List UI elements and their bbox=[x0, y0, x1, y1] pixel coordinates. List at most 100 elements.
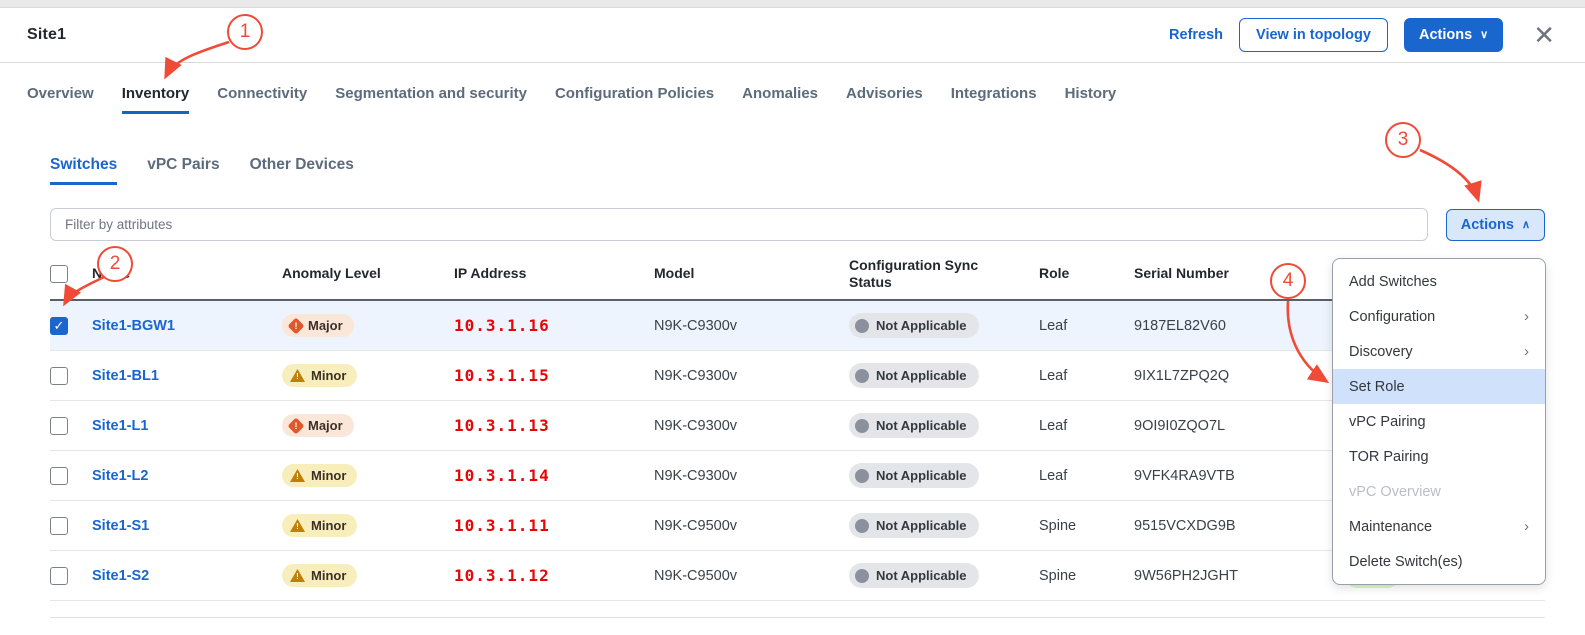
tab[interactable]: Configuration Policies bbox=[555, 85, 714, 114]
switch-name-link[interactable]: Site1-BL1 bbox=[92, 368, 282, 384]
tab[interactable]: Overview bbox=[27, 85, 94, 114]
background-page-strip bbox=[0, 0, 1585, 8]
header-actions-label: Actions bbox=[1419, 27, 1472, 43]
ip-address: 10.3.1.12 bbox=[454, 566, 654, 585]
header-actions-button[interactable]: Actions ∨ bbox=[1404, 18, 1503, 52]
model: N9K-C9500v bbox=[654, 568, 849, 584]
table-header-row: Name Anomaly Level IP Address Model Conf… bbox=[50, 249, 1545, 301]
anomaly-label: Minor bbox=[311, 518, 346, 533]
anomaly-label: Major bbox=[308, 418, 343, 433]
menu-item[interactable]: vPC Pairing bbox=[1333, 404, 1545, 439]
actions-dropdown-menu: Add Switches Configuration › Discovery ›… bbox=[1332, 258, 1546, 585]
serial-number: 9187EL82V60 bbox=[1134, 318, 1289, 334]
row-checkbox[interactable] bbox=[50, 467, 68, 485]
major-diamond-icon: ! bbox=[288, 317, 305, 334]
ip-address: 10.3.1.11 bbox=[454, 516, 654, 535]
status-dot-icon bbox=[855, 469, 869, 483]
switch-name-link[interactable]: Site1-BGW1 bbox=[92, 318, 282, 334]
menu-item[interactable]: Discovery › bbox=[1333, 334, 1545, 369]
table-row[interactable]: Site1-S2 ! ! Minor 10.3.1.12 N9K-C9500v bbox=[50, 551, 1545, 601]
menu-item-label: Set Role bbox=[1349, 379, 1405, 395]
anomaly-label: Minor bbox=[311, 568, 346, 583]
anomaly-label: Minor bbox=[311, 368, 346, 383]
table-row[interactable]: Site1-L2 ! ! Minor 10.3.1.14 N9K-C9300v bbox=[50, 451, 1545, 501]
table-bottom-divider bbox=[50, 617, 1545, 618]
config-sync-status-badge: Not Applicable bbox=[849, 563, 979, 588]
column-header-role: Role bbox=[1039, 265, 1134, 283]
model: N9K-C9300v bbox=[654, 318, 849, 334]
row-checkbox[interactable] bbox=[50, 517, 68, 535]
switch-name-link[interactable]: Site1-L2 bbox=[92, 468, 282, 484]
inventory-subtabs: Switches vPC Pairs Other Devices bbox=[50, 156, 1545, 185]
serial-number: 9515VCXDG9B bbox=[1134, 518, 1289, 534]
submenu-arrow-icon: › bbox=[1524, 308, 1529, 325]
menu-item-label: Delete Switch(es) bbox=[1349, 554, 1463, 570]
config-sync-status-badge: Not Applicable bbox=[849, 313, 979, 338]
tab[interactable]: Segmentation and security bbox=[335, 85, 527, 114]
table-row[interactable]: ✓ Site1-BGW1 ! ! Major 10.3.1.16 N9K-C93… bbox=[50, 301, 1545, 351]
menu-item[interactable]: Add Switches bbox=[1333, 264, 1545, 299]
serial-number: 9W56PH2JGHT bbox=[1134, 568, 1289, 584]
close-icon[interactable]: ✕ bbox=[1533, 20, 1555, 51]
refresh-button[interactable]: Refresh bbox=[1169, 27, 1223, 43]
model: N9K-C9300v bbox=[654, 368, 849, 384]
table-row[interactable]: Site1-S1 ! ! Minor 10.3.1.11 N9K-C9500v bbox=[50, 501, 1545, 551]
config-sync-status-badge: Not Applicable bbox=[849, 513, 979, 538]
minor-triangle-icon: ! bbox=[290, 519, 305, 532]
switch-name-link[interactable]: Site1-S2 bbox=[92, 568, 282, 584]
role: Leaf bbox=[1039, 468, 1134, 484]
subtab[interactable]: vPC Pairs bbox=[147, 156, 219, 185]
annotation-step-2: 2 bbox=[97, 246, 133, 282]
annotation-step-3: 3 bbox=[1385, 122, 1421, 158]
tab[interactable]: Integrations bbox=[951, 85, 1037, 114]
tab[interactable]: Advisories bbox=[846, 85, 923, 114]
config-sync-status-label: Not Applicable bbox=[876, 368, 967, 383]
menu-item-label: vPC Overview bbox=[1349, 484, 1441, 500]
view-in-topology-button[interactable]: View in topology bbox=[1239, 18, 1388, 52]
switches-table: Name Anomaly Level IP Address Model Conf… bbox=[50, 249, 1545, 601]
serial-number: 9OI9I0ZQO7L bbox=[1134, 418, 1289, 434]
table-row[interactable]: Site1-BL1 ! ! Minor 10.3.1.15 N9K-C9300v bbox=[50, 351, 1545, 401]
switch-name-link[interactable]: Site1-L1 bbox=[92, 418, 282, 434]
menu-item-label: TOR Pairing bbox=[1349, 449, 1429, 465]
submenu-arrow-icon: › bbox=[1524, 343, 1529, 360]
menu-item-label: Configuration bbox=[1349, 309, 1435, 325]
subtab[interactable]: Other Devices bbox=[250, 156, 354, 185]
menu-item-label: Add Switches bbox=[1349, 274, 1437, 290]
status-dot-icon bbox=[855, 419, 869, 433]
row-checkbox[interactable] bbox=[50, 367, 68, 385]
menu-item-label: Discovery bbox=[1349, 344, 1413, 360]
role: Leaf bbox=[1039, 318, 1134, 334]
annotation-step-1: 1 bbox=[227, 14, 263, 50]
tab[interactable]: Anomalies bbox=[742, 85, 818, 114]
status-dot-icon bbox=[855, 319, 869, 333]
submenu-arrow-icon: › bbox=[1524, 518, 1529, 535]
table-body: ✓ Site1-BGW1 ! ! Major 10.3.1.16 N9K-C93… bbox=[50, 301, 1545, 601]
ip-address: 10.3.1.16 bbox=[454, 316, 654, 335]
menu-item[interactable]: Delete Switch(es) bbox=[1333, 544, 1545, 579]
minor-triangle-icon: ! bbox=[290, 469, 305, 482]
menu-item[interactable]: Maintenance › bbox=[1333, 509, 1545, 544]
row-checkbox[interactable] bbox=[50, 567, 68, 585]
tab[interactable]: Inventory bbox=[122, 85, 190, 114]
menu-item[interactable]: TOR Pairing bbox=[1333, 439, 1545, 474]
select-all-checkbox[interactable] bbox=[50, 265, 68, 283]
table-row[interactable]: Site1-L1 ! ! Major 10.3.1.13 N9K-C9300v bbox=[50, 401, 1545, 451]
menu-item[interactable]: Set Role bbox=[1333, 369, 1545, 404]
status-dot-icon bbox=[855, 369, 869, 383]
switch-name-link[interactable]: Site1-S1 bbox=[92, 518, 282, 534]
filter-input[interactable] bbox=[50, 208, 1428, 241]
menu-item[interactable]: Configuration › bbox=[1333, 299, 1545, 334]
table-actions-button[interactable]: Actions ∧ bbox=[1446, 209, 1545, 241]
menu-item[interactable]: vPC Overview bbox=[1333, 474, 1545, 509]
subtab[interactable]: Switches bbox=[50, 156, 117, 185]
column-header-config-sync-status: Configuration Sync Status bbox=[849, 257, 999, 292]
anomaly-badge: ! ! Major bbox=[282, 414, 354, 437]
ip-address: 10.3.1.14 bbox=[454, 466, 654, 485]
row-checkbox[interactable]: ✓ bbox=[50, 317, 68, 335]
tab[interactable]: Connectivity bbox=[217, 85, 307, 114]
tab[interactable]: History bbox=[1065, 85, 1117, 114]
row-checkbox[interactable] bbox=[50, 417, 68, 435]
serial-number: 9IX1L7ZPQ2Q bbox=[1134, 368, 1289, 384]
site-detail-panel: Site1 Refresh View in topology Actions ∨… bbox=[0, 0, 1585, 635]
